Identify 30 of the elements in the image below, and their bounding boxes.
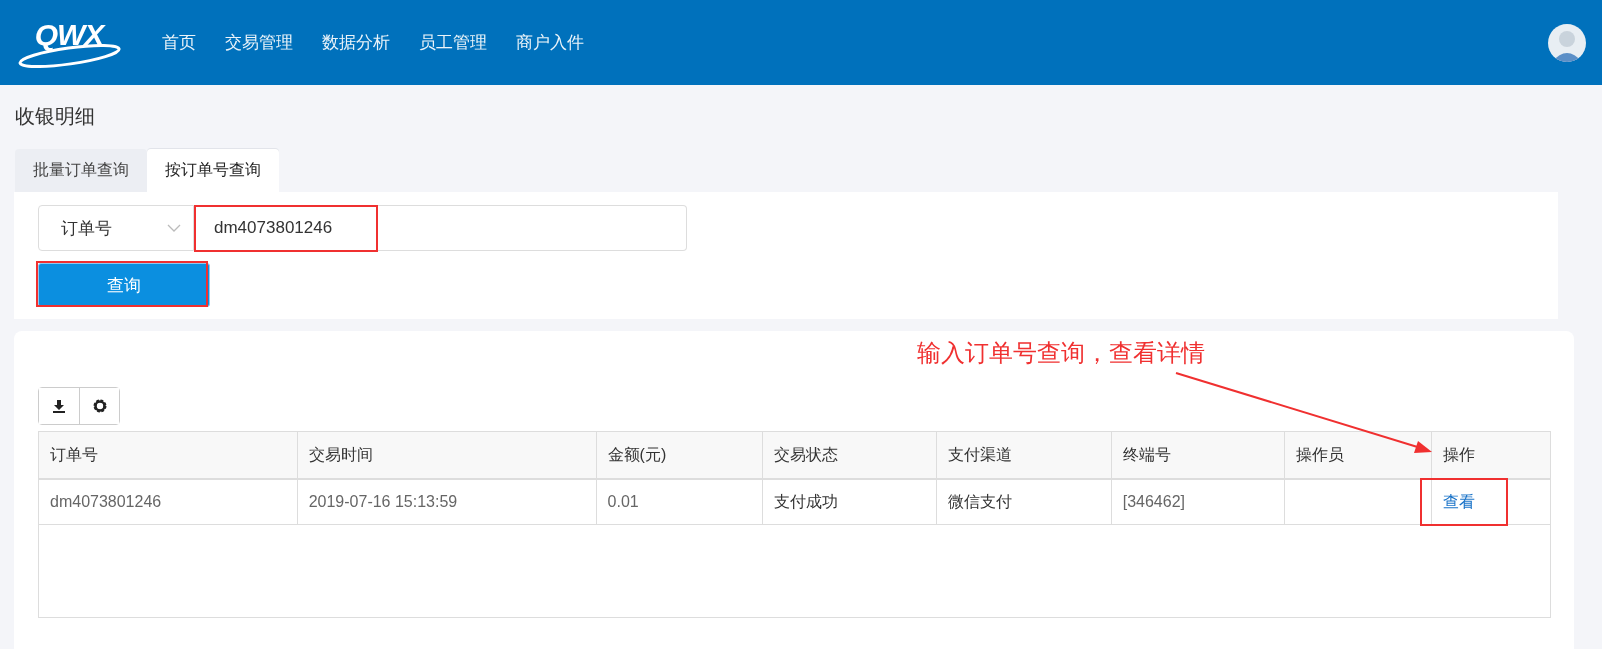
- field-select[interactable]: 订单号: [38, 205, 194, 251]
- table-cell: dm4073801246: [38, 479, 298, 525]
- table-cell: 支付成功: [762, 479, 937, 525]
- page-title: 收银明细: [14, 104, 96, 129]
- column-header: 金额(元): [596, 431, 763, 479]
- nav-link[interactable]: 数据分析: [322, 31, 390, 54]
- view-link[interactable]: 查看: [1442, 492, 1475, 510]
- query-button[interactable]: 查询: [38, 263, 210, 307]
- table-cell: 2019-07-16 15:13:59: [297, 479, 597, 525]
- chevron-down-icon: [167, 224, 181, 232]
- column-header: 交易状态: [762, 431, 937, 479]
- nav-link[interactable]: 商户入件: [516, 31, 584, 54]
- settings-icon[interactable]: [79, 388, 119, 424]
- column-header: 交易时间: [297, 431, 597, 479]
- nav-link[interactable]: 交易管理: [225, 31, 293, 54]
- table-cell: 微信支付: [936, 479, 1112, 525]
- nav-link[interactable]: 首页: [162, 31, 196, 54]
- table-cell: 0.01: [596, 479, 763, 525]
- column-header: 支付渠道: [936, 431, 1112, 479]
- column-header: 终端号: [1111, 431, 1285, 479]
- tab[interactable]: 按订单号查询: [147, 149, 279, 192]
- table-cell: [346462]: [1111, 479, 1285, 525]
- nav-link[interactable]: 员工管理: [419, 31, 487, 54]
- annotation-text: 输入订单号查询，查看详情: [917, 338, 1205, 369]
- column-header: 操作员: [1284, 431, 1432, 479]
- tab[interactable]: 批量订单查询: [15, 149, 147, 192]
- avatar-icon[interactable]: [1548, 23, 1586, 62]
- column-header: 订单号: [38, 431, 298, 479]
- logo: QWX: [16, 17, 122, 68]
- column-header: 操作: [1431, 431, 1551, 479]
